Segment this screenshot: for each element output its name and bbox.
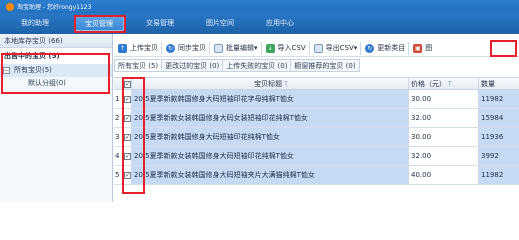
item-price: 40.00 xyxy=(409,166,479,184)
sidebar-item-label: 默认分组(0) xyxy=(28,79,66,87)
sidebar-local-inventory[interactable]: 本地库存宝贝 (66) xyxy=(0,34,112,48)
item-quantity: 11936 xyxy=(479,128,519,146)
row-number: 2 xyxy=(114,109,123,127)
import-csv-icon: ↓ xyxy=(265,43,275,53)
upload-items-button[interactable]: ↑ 上传宝贝 xyxy=(118,41,162,55)
row-number-header xyxy=(114,78,123,89)
button-label: 同步宝贝 xyxy=(178,44,206,52)
table-row[interactable]: 1 ✓ 20.5夏季新款韩国修身大码短袖印花字母纯棉T恤女 30.00 1198… xyxy=(114,90,519,109)
chevron-down-icon: ▾ xyxy=(254,44,258,52)
item-quantity: 3992 xyxy=(479,147,519,165)
title-bar: 淘宝助理 - 您好rongy1123 xyxy=(0,0,519,13)
sidebar: 本地库存宝贝 (66) 出售中的宝贝 (5) − 所有宝贝(5) 默认分组(0) xyxy=(0,34,113,202)
image-icon: ▣ xyxy=(413,43,423,53)
batch-edit-icon xyxy=(214,43,223,53)
export-csv-icon xyxy=(313,43,323,53)
table-row[interactable]: 4 ✓ 20.5夏季新款女装韩国修身大码短袖印花纯棉T恤女 32.00 3992 xyxy=(114,147,519,166)
row-number: 5 xyxy=(114,166,123,184)
row-checkbox[interactable]: ✓ xyxy=(123,166,132,184)
nav-tab-app-center[interactable]: 应用中心 xyxy=(255,16,305,31)
button-label: 图 xyxy=(425,44,433,52)
table-header: ✓ 宝贝标题 T 价格（元） T 数量 xyxy=(114,77,519,90)
sidebar-item-all-items[interactable]: − 所有宝贝(5) xyxy=(0,64,112,77)
row-checkbox[interactable]: ✓ xyxy=(123,90,132,108)
tab-changed-items[interactable]: 更改过的宝贝 (0) xyxy=(162,59,224,72)
button-label: 导出CSV xyxy=(325,44,354,52)
nav-tab-image-space[interactable]: 图片空间 xyxy=(195,16,245,31)
row-number: 1 xyxy=(114,90,123,108)
app-logo-icon xyxy=(6,2,14,11)
row-checkbox[interactable]: ✓ xyxy=(123,147,132,165)
item-title: 20.5夏季新款女装韩国修身大码短袖夹片大满猫纯棉T恤女 xyxy=(132,166,409,184)
item-price: 32.00 xyxy=(409,147,479,165)
sidebar-on-sale-items[interactable]: 出售中的宝贝 (5) xyxy=(0,48,112,64)
nav-tab-trade-management[interactable]: 交易管理 xyxy=(135,16,185,31)
chevron-down-icon: ▾ xyxy=(353,44,358,52)
column-header-price[interactable]: 价格（元） T xyxy=(409,78,479,89)
item-title: 20.5夏季新款韩国修身大码短袖印花纯棉T恤女 xyxy=(132,128,409,146)
nav-tab-item-management[interactable]: 宝贝管理 xyxy=(74,16,124,31)
column-header-qty[interactable]: 数量 xyxy=(479,78,519,89)
batch-edit-button[interactable]: 批量编辑 ▾ xyxy=(214,41,262,55)
row-number: 3 xyxy=(114,128,123,146)
import-csv-button[interactable]: ↓ 导入CSV xyxy=(265,41,310,55)
button-label: 导入CSV xyxy=(277,44,306,52)
sync-items-button[interactable]: ↻ 同步宝贝 xyxy=(166,41,210,55)
collapse-icon[interactable]: − xyxy=(3,67,10,74)
item-quantity: 11982 xyxy=(479,90,519,108)
upload-icon: ↑ xyxy=(118,43,127,53)
nav-tab-my-assistant[interactable]: 我的助理 xyxy=(12,16,58,31)
item-quantity: 15984 xyxy=(479,109,519,127)
button-label: 上传宝贝 xyxy=(130,44,158,52)
table-row[interactable]: 2 ✓ 20.5夏季新款女装韩国修身大码女装短袖印花纯棉T恤女 32.00 15… xyxy=(114,109,519,128)
item-filter-tabs: 所有宝贝 (5) 更改过的宝贝 (0) 上传失败的宝贝 (0) 橱窗推荐的宝贝 … xyxy=(114,59,519,72)
sort-icon: T xyxy=(284,81,288,88)
app-title: 淘宝助理 - 您好rongy1123 xyxy=(17,4,92,11)
export-csv-button[interactable]: 导出CSV ▾ xyxy=(313,41,362,55)
select-all-checkbox[interactable]: ✓ xyxy=(123,78,132,89)
tab-all-items[interactable]: 所有宝贝 (5) xyxy=(114,59,163,72)
row-number: 4 xyxy=(114,147,123,165)
row-checkbox[interactable]: ✓ xyxy=(123,109,132,127)
image-button[interactable]: ▣ 图 xyxy=(413,42,435,55)
table-row[interactable]: 5 ✓ 20.5夏季新款女装韩国修身大码短袖夹片大满猫纯棉T恤女 40.00 1… xyxy=(114,166,519,185)
item-title: 20.5夏季新款女装韩国修身大码短袖印花纯棉T恤女 xyxy=(132,147,409,165)
sort-icon: T xyxy=(448,81,452,88)
sidebar-item-default-group[interactable]: 默认分组(0) xyxy=(0,77,112,90)
item-quantity: 11982 xyxy=(479,166,519,184)
item-price: 30.00 xyxy=(409,90,479,108)
toolbar: ↑ 上传宝贝 ↻ 同步宝贝 批量编辑 ▾ ↓ 导入CSV 导出CSV ▾ ↻ 更… xyxy=(114,40,519,57)
sidebar-item-label: 所有宝贝(5) xyxy=(14,66,52,74)
sync-icon: ↻ xyxy=(166,43,175,53)
main-nav: 我的助理 宝贝管理 交易管理 图片空间 应用中心 xyxy=(0,13,519,34)
item-title: 20.5夏季新款韩国修身大码短袖印花字母纯棉T恤女 xyxy=(132,90,409,108)
item-price: 32.00 xyxy=(409,109,479,127)
button-label: 更新类目 xyxy=(377,44,406,52)
button-label: 批量编辑 xyxy=(226,44,254,52)
table-row[interactable]: 3 ✓ 20.5夏季新款韩国修身大码短袖印花纯棉T恤女 30.00 11936 xyxy=(114,128,519,147)
column-header-title[interactable]: 宝贝标题 T xyxy=(132,78,409,89)
update-category-icon: ↻ xyxy=(365,43,375,53)
items-table: ✓ 宝贝标题 T 价格（元） T 数量 1 ✓ 20.5夏季新款韩国修身大码短袖印花… xyxy=(114,77,519,185)
tab-showcase-items[interactable]: 橱窗推荐的宝贝 (0) xyxy=(291,59,360,72)
tab-upload-failed-items[interactable]: 上传失败的宝贝 (0) xyxy=(223,59,292,72)
item-price: 30.00 xyxy=(409,128,479,146)
row-checkbox[interactable]: ✓ xyxy=(123,128,132,146)
item-title: 20.5夏季新款女装韩国修身大码女装短袖印花纯棉T恤女 xyxy=(132,109,409,127)
update-category-button[interactable]: ↻ 更新类目 xyxy=(365,41,410,55)
